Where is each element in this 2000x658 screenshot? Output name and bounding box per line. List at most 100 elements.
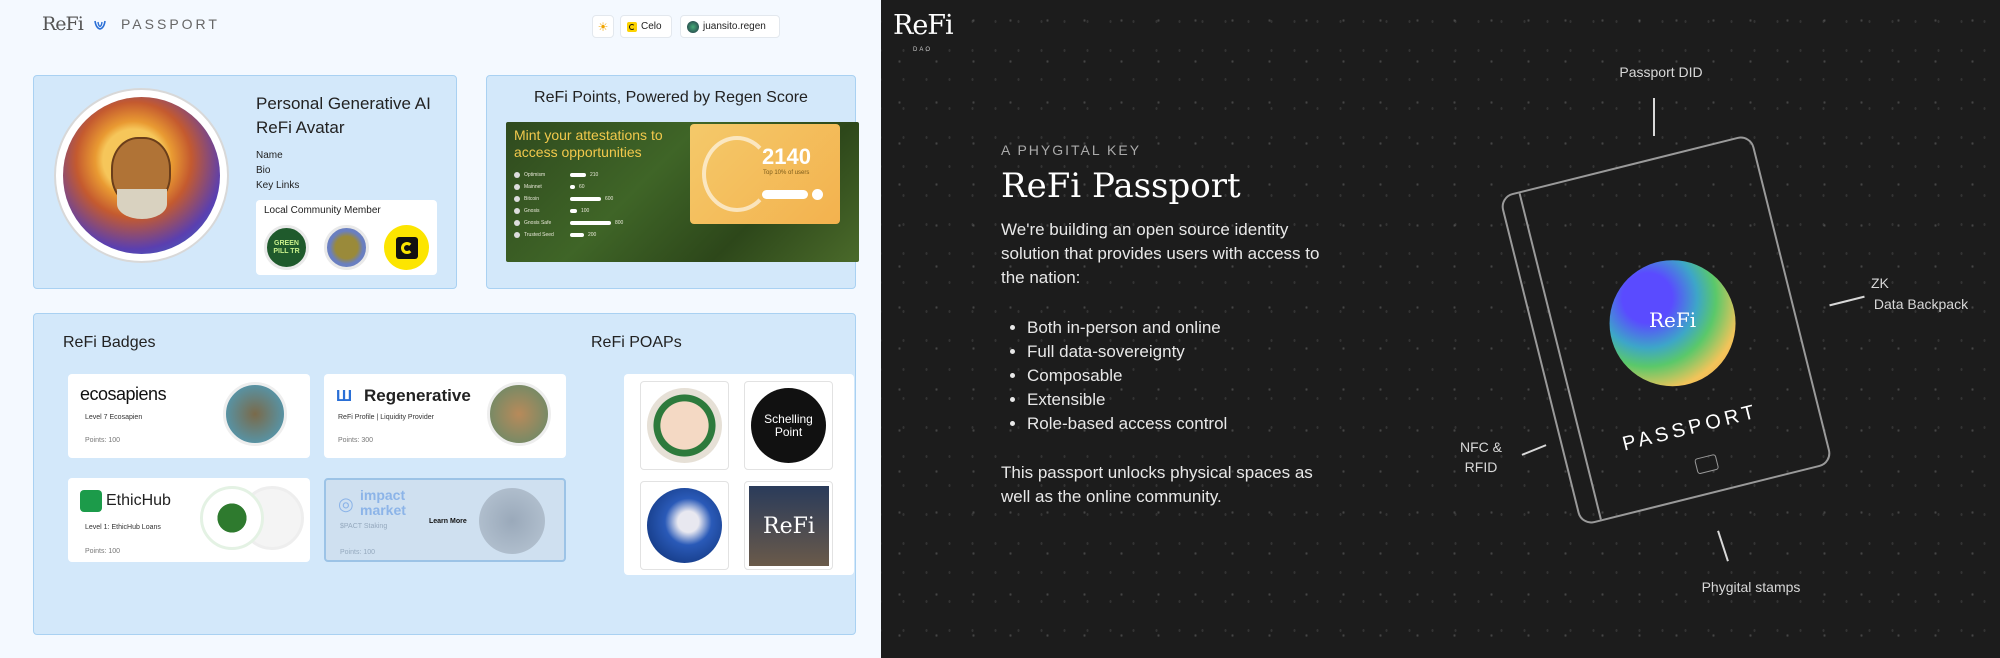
badge-regenerative[interactable]: Ш Regenerative ReFi Profile | Liquidity …: [324, 374, 566, 458]
feature-item: Full data-sovereignty: [1027, 340, 1331, 364]
share-icon[interactable]: [812, 189, 823, 200]
row-bar: [570, 233, 584, 237]
ethichub-token-1: [200, 486, 264, 550]
account-chip[interactable]: juansito.regen: [680, 15, 780, 38]
feature-item: Extensible: [1027, 388, 1331, 412]
slide-title: ReFi Passport: [1001, 166, 1241, 206]
schelling-point-poap[interactable]: Schelling Point: [744, 381, 833, 470]
label-phygital-stamps: Phygital stamps: [1701, 579, 1801, 595]
intro-text: We're building an open source identity s…: [1001, 220, 1320, 287]
row-value: 200: [588, 232, 597, 238]
badge-subtitle: ReFi Profile | Liquidity Provider: [338, 414, 434, 421]
tick-left: [1521, 444, 1547, 456]
row-icon: [514, 196, 520, 202]
row-icon: [514, 232, 520, 238]
impact-market-brand: impact market: [360, 487, 406, 518]
row-value: 60: [579, 184, 585, 190]
points-banner[interactable]: Mint your attestations to access opportu…: [506, 122, 859, 262]
badge-points: Points: 100: [340, 549, 376, 556]
row-label: Gnosis: [524, 208, 540, 214]
impact-market-icon: ◎: [338, 494, 354, 514]
score-panel: 2140 Top 10% of users: [690, 124, 840, 224]
score-caption: Top 10% of users: [763, 170, 810, 176]
ecosapiens-brand: ecosapiens: [80, 384, 167, 404]
celo-badge[interactable]: [384, 225, 429, 270]
top-bar: ReFi PASSPORT ☀ Celo juansito.regen: [0, 0, 881, 52]
network-chip[interactable]: Celo: [620, 15, 672, 38]
astronaut-art: [647, 488, 722, 563]
celo-logo-icon: [395, 236, 418, 259]
green-pill-text: GREEN PILL TR: [273, 239, 300, 255]
badge-subtitle: $PACT Staking: [340, 523, 388, 530]
field-name[interactable]: Name: [256, 148, 431, 163]
learn-more-link[interactable]: Learn More: [429, 518, 467, 525]
refi-spring-bristol-poap[interactable]: ReFi: [744, 481, 833, 570]
sun-icon: ☀: [597, 19, 609, 34]
row-label: Bitcoin: [524, 196, 540, 202]
regen-badge[interactable]: [324, 225, 369, 270]
label-rfid: RFID: [1464, 459, 1498, 475]
feature-item: Both in-person and online: [1027, 316, 1331, 340]
row-bar: [570, 185, 575, 189]
passport-orb: ReFi: [1609, 260, 1736, 387]
kicker: A PHYGITAL KEY: [1001, 142, 1142, 158]
row-label: Optimism: [524, 172, 546, 178]
feature-item: Composable: [1027, 364, 1331, 388]
poaps-grid: Schelling Point ReFi: [624, 374, 854, 575]
row-label: Gnosis Safe: [524, 220, 552, 226]
left-panel: ReFi PASSPORT ☀ Celo juansito.regen Pers…: [0, 0, 881, 658]
ecosapiens-avatar: [223, 382, 287, 446]
tick-bottom: [1717, 530, 1729, 562]
profile-heading-1: Personal Generative AI: [256, 94, 431, 113]
feature-item: Role-based access control: [1027, 412, 1331, 436]
community-title: Local Community Member: [264, 205, 381, 216]
passport-title: PASSPORT: [121, 16, 220, 32]
poaps-title: ReFi POAPs: [591, 334, 682, 351]
points-row: Mainnet 60: [514, 182, 674, 194]
feature-list: Both in-person and online Full data-sove…: [1001, 316, 1331, 436]
points-row: Optimism 210: [514, 170, 674, 182]
row-bar: [570, 173, 586, 177]
label-passport-did: Passport DID: [1619, 64, 1703, 80]
badge-impact-market[interactable]: ◎ impact market $PACT Staking Points: 10…: [324, 478, 566, 562]
view-button[interactable]: [762, 190, 808, 199]
badge-points: Points: 300: [338, 437, 374, 444]
avatar-beard: [117, 189, 167, 219]
regens-unite-art: [647, 388, 722, 463]
passport-spine: [1518, 193, 1602, 520]
row-value: 210: [590, 172, 599, 178]
theme-toggle[interactable]: ☀: [592, 15, 614, 38]
regenerative-brand: Regenerative: [364, 386, 471, 405]
regens-unite-poap[interactable]: [640, 381, 729, 470]
profile-card: Personal Generative AI ReFi Avatar Name …: [33, 75, 457, 289]
ethichub-icon: [80, 490, 102, 512]
ai-avatar-image[interactable]: [63, 97, 220, 254]
row-bar: [570, 209, 577, 213]
astronaut-poap[interactable]: [640, 481, 729, 570]
badge-points: Points: 100: [85, 437, 121, 444]
points-row: Gnosis 100: [514, 206, 674, 218]
outro-text: This passport unlocks physical spaces as…: [1001, 463, 1313, 506]
label-zk: ZK: [1871, 275, 1889, 291]
row-value: 600: [605, 196, 614, 202]
regen-wave-icon: [94, 20, 106, 30]
green-pill-badge[interactable]: GREEN PILL TR: [264, 225, 309, 270]
row-icon: [514, 220, 520, 226]
network-label: Celo: [641, 21, 662, 32]
ethichub-brand: EthicHub: [106, 492, 171, 509]
field-bio[interactable]: Bio: [256, 163, 431, 178]
orb-text: ReFi: [1648, 308, 1697, 333]
badge-ethichub[interactable]: EthicHub Level 1: EthicHub Loans Points:…: [68, 478, 310, 562]
tick-top: [1653, 98, 1655, 136]
refi-logo[interactable]: ReFi: [42, 13, 84, 35]
avatar-frame: [54, 88, 229, 263]
points-row: Trusted Seed 200: [514, 230, 674, 242]
right-panel: ReFi DAO A PHYGITAL KEY ReFi Passport We…: [881, 0, 2000, 658]
banner-text: Mint your attestations to access opportu…: [514, 127, 663, 160]
badge-ecosapiens[interactable]: ecosapiens Level 7 Ecosapien Points: 100: [68, 374, 310, 458]
dao-label: DAO: [913, 47, 933, 53]
cover-word: PASSPORT: [1620, 400, 1761, 456]
points-rows: Optimism 210 Mainnet 60 Bitcoin 600 Gnosis 100 G…: [514, 170, 674, 242]
field-key-links[interactable]: Key Links: [256, 178, 431, 193]
passport-booklet: ReFi PASSPORT: [1498, 133, 1834, 527]
